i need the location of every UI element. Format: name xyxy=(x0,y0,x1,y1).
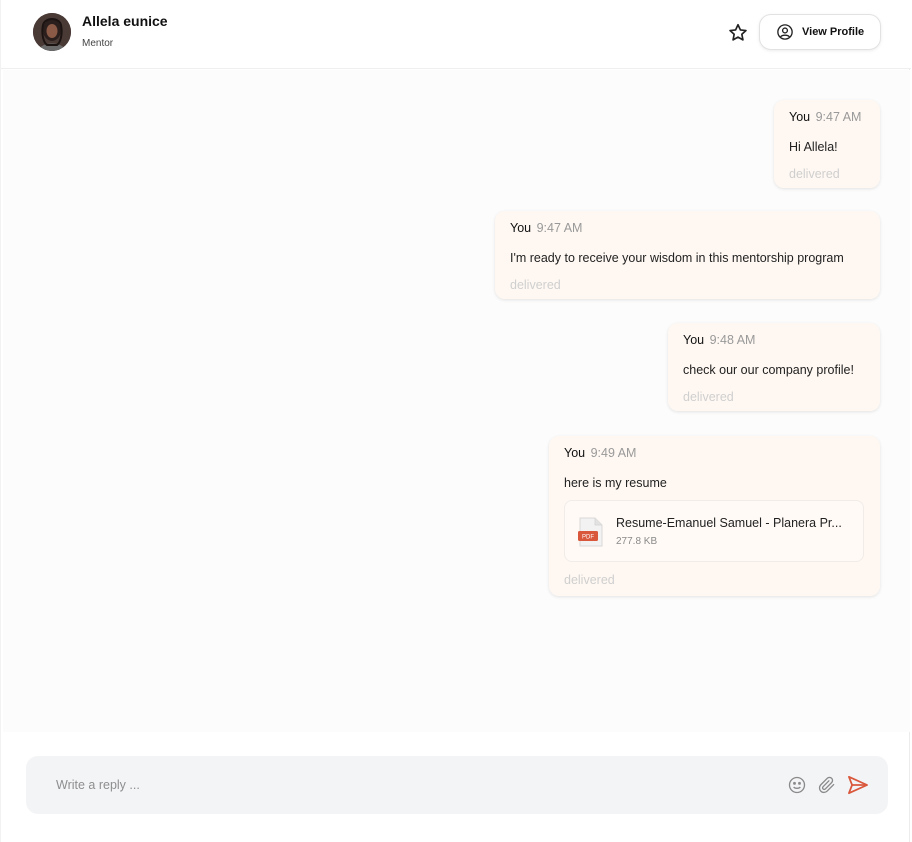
message-text: check our our company profile! xyxy=(683,363,854,377)
paperclip-icon[interactable] xyxy=(817,775,837,795)
message-status: delivered xyxy=(510,278,561,292)
chat-header: Allela eunice Mentor View Profile xyxy=(1,0,911,69)
message-time: 9:47 AM xyxy=(815,110,862,124)
message-text: Hi Allela! xyxy=(789,140,838,154)
message-status: delivered xyxy=(789,167,840,181)
message-list[interactable]: You 9:47 AM Hi Allela! delivered You 9:4… xyxy=(3,70,910,732)
message-text: I'm ready to receive your wisdom in this… xyxy=(510,251,844,265)
message-time: 9:49 AM xyxy=(590,446,637,460)
svg-text:PDF: PDF xyxy=(582,535,594,541)
view-profile-label: View Profile xyxy=(802,26,865,38)
star-icon[interactable] xyxy=(727,22,749,44)
contact-role: Mentor xyxy=(82,38,114,49)
reply-input[interactable] xyxy=(56,774,756,796)
message-meta: You 9:47 AM xyxy=(510,221,865,235)
message-bubble: You 9:47 AM I'm ready to receive your wi… xyxy=(495,211,880,299)
chat-window: Allela eunice Mentor View Profile You 9:… xyxy=(0,0,911,842)
message-meta: You 9:47 AM xyxy=(789,110,865,124)
composer xyxy=(26,756,888,814)
message-bubble: You 9:48 AM check our our company profil… xyxy=(668,323,880,411)
contact-name: Allela eunice xyxy=(82,13,168,29)
message-time: 9:48 AM xyxy=(709,333,756,347)
message-meta: You 9:48 AM xyxy=(683,333,865,347)
user-circle-icon xyxy=(776,23,794,41)
attachment-size: 277.8 KB xyxy=(616,536,658,547)
file-attachment[interactable]: PDF Resume-Emanuel Samuel - Planera Pr..… xyxy=(564,500,864,562)
message-meta: You 9:49 AM xyxy=(564,446,865,460)
send-icon[interactable] xyxy=(847,775,869,795)
message-bubble: You 9:47 AM Hi Allela! delivered xyxy=(774,100,880,188)
avatar[interactable] xyxy=(33,13,71,51)
message-sender: You xyxy=(683,333,705,347)
message-status: delivered xyxy=(564,573,615,587)
message-sender: You xyxy=(789,110,811,124)
view-profile-button[interactable]: View Profile xyxy=(759,14,881,50)
emoji-icon[interactable] xyxy=(787,775,807,795)
pdf-file-icon: PDF xyxy=(578,517,604,547)
message-sender: You xyxy=(564,446,586,460)
message-time: 9:47 AM xyxy=(536,221,583,235)
message-sender: You xyxy=(510,221,532,235)
message-bubble: You 9:49 AM here is my resume PDF Resume… xyxy=(549,436,880,596)
message-status: delivered xyxy=(683,390,734,404)
message-text: here is my resume xyxy=(564,476,667,490)
attachment-name: Resume-Emanuel Samuel - Planera Pr... xyxy=(616,516,842,530)
